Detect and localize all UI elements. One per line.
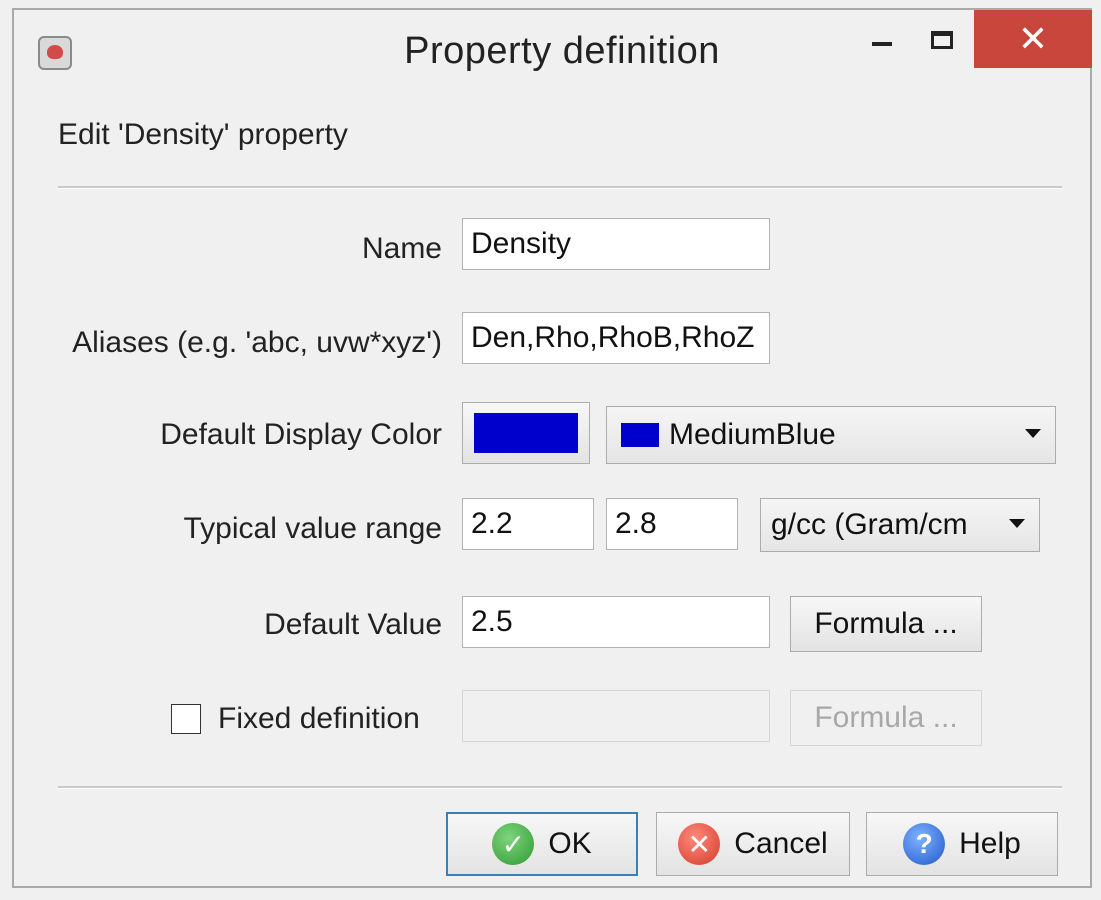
default-color-label: Default Display Color xyxy=(160,418,442,451)
value-range-label: Typical value range xyxy=(183,512,443,545)
property-definition-dialog: Property definition ✕ Edit 'Density' pro… xyxy=(12,8,1092,888)
color-swatch xyxy=(474,413,578,453)
default-value-input[interactable] xyxy=(462,596,770,648)
name-input[interactable] xyxy=(462,218,770,270)
check-icon: ✓ xyxy=(492,823,535,865)
cancel-label: Cancel xyxy=(734,827,828,860)
cancel-button[interactable]: ✕ Cancel xyxy=(656,812,850,876)
aliases-label: Aliases (e.g. 'abc, uvw*xyz') xyxy=(72,326,442,359)
close-icon: ✕ xyxy=(1017,18,1049,59)
fixed-formula-button: Formula ... xyxy=(790,690,982,746)
color-name: MediumBlue xyxy=(669,418,836,451)
chevron-down-icon xyxy=(1025,429,1041,438)
minimize-icon xyxy=(872,42,892,46)
help-button[interactable]: ? Help xyxy=(866,812,1058,876)
title-bar[interactable]: Property definition ✕ xyxy=(14,10,1092,90)
unit-dropdown[interactable]: g/cc (Gram/cm xyxy=(760,498,1040,552)
ok-button[interactable]: ✓ OK xyxy=(446,812,638,876)
fixed-definition-label[interactable]: Fixed definition xyxy=(218,702,420,736)
fixed-definition-input xyxy=(462,690,770,742)
color-chip xyxy=(621,423,659,447)
top-separator xyxy=(58,186,1062,189)
color-dropdown[interactable]: MediumBlue xyxy=(606,406,1056,464)
minimize-button[interactable] xyxy=(854,12,910,68)
help-label: Help xyxy=(959,827,1021,860)
range-max-input[interactable] xyxy=(606,498,738,550)
formula-button[interactable]: Formula ... xyxy=(790,596,982,652)
maximize-icon xyxy=(931,31,953,49)
close-button[interactable]: ✕ xyxy=(974,10,1092,68)
chevron-down-icon xyxy=(1009,519,1025,528)
color-swatch-button[interactable] xyxy=(462,402,590,464)
default-value-label: Default Value xyxy=(264,608,442,641)
help-icon: ? xyxy=(903,823,946,865)
maximize-button[interactable] xyxy=(914,12,970,68)
range-min-input[interactable] xyxy=(462,498,594,550)
edit-property-heading: Edit 'Density' property xyxy=(58,118,348,151)
bottom-separator xyxy=(58,786,1062,789)
aliases-input[interactable] xyxy=(462,312,770,364)
ok-label: OK xyxy=(548,827,592,860)
unit-value: g/cc (Gram/cm xyxy=(771,508,968,541)
fixed-definition-checkbox[interactable] xyxy=(171,704,201,734)
name-label: Name xyxy=(361,232,442,265)
cancel-icon: ✕ xyxy=(678,823,721,865)
